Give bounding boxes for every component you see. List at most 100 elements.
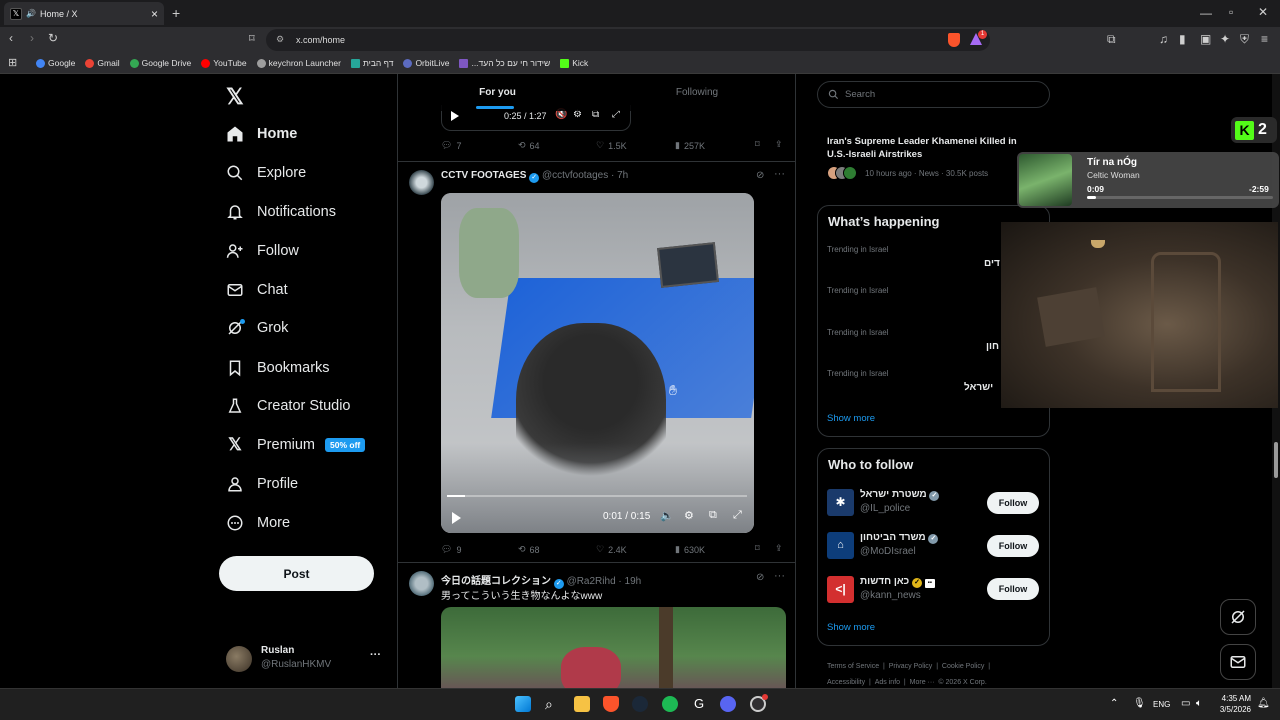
- replies[interactable]: 💬︎ 9: [441, 544, 461, 555]
- vpn-icon[interactable]: ⛨: [1240, 32, 1249, 47]
- trend-name[interactable]: דים: [984, 258, 1000, 269]
- brave-shield-icon[interactable]: [948, 33, 960, 47]
- bookmark-youtube[interactable]: YouTube: [201, 58, 247, 68]
- post-cctv[interactable]: CCTV FOOTAGES ✓ @cctvfootages · 7h ⊘ ···…: [398, 162, 795, 562]
- video-player[interactable]: 0:01 / 0:15 🔈 ⚙ ⧉ ⤢: [441, 193, 754, 533]
- follow-suggestion[interactable]: <| כאן חדשות ✓ ▪▪ @kann_news: [827, 576, 977, 604]
- grok-icon[interactable]: ⊘: [756, 170, 764, 181]
- extensions-icon[interactable]: ⧉: [1107, 32, 1116, 47]
- show-more-trends[interactable]: Show more: [827, 413, 875, 424]
- post-button[interactable]: Post: [219, 556, 374, 591]
- scrollbar-thumb[interactable]: [1274, 442, 1278, 478]
- follow-suggestion[interactable]: ✱ משטרת ישראל ✓ @IL_police: [827, 489, 977, 517]
- follow-button[interactable]: Follow: [987, 535, 1039, 557]
- messages-float-button[interactable]: [1220, 644, 1256, 680]
- nav-follow[interactable]: Follow: [226, 238, 299, 264]
- media-icon[interactable]: ♫: [1159, 32, 1168, 46]
- apps-grid-icon[interactable]: ⊞: [8, 56, 17, 69]
- microphone-icon[interactable]: 🎙︎: [1133, 698, 1146, 709]
- prev-share[interactable]: ⇪: [775, 139, 783, 150]
- song-progress-track[interactable]: [1087, 196, 1273, 199]
- new-tab-button[interactable]: +: [172, 5, 180, 21]
- bookmark-kick[interactable]: Kick: [560, 58, 588, 68]
- steam-icon[interactable]: [632, 696, 648, 712]
- author-handle[interactable]: @cctvfootages: [542, 170, 608, 181]
- footer-ads[interactable]: Ads info: [875, 679, 900, 686]
- sidebar-icon[interactable]: ▮: [1179, 32, 1186, 46]
- account-menu-icon[interactable]: ···: [370, 649, 381, 661]
- url-field[interactable]: ⚙ x.com/home 1: [266, 29, 990, 51]
- fullscreen-icon[interactable]: ⤢: [733, 509, 742, 522]
- footer-accessibility[interactable]: Accessibility: [827, 679, 865, 686]
- ghub-icon[interactable]: G: [691, 696, 707, 712]
- menu-icon[interactable]: ≡: [1261, 32, 1268, 46]
- bookmark-drive[interactable]: Google Drive: [129, 58, 191, 68]
- trend-name[interactable]: חון: [986, 341, 999, 352]
- discord-icon[interactable]: [720, 696, 736, 712]
- nav-creator-studio[interactable]: Creator Studio: [226, 393, 351, 419]
- post-ra2rihd[interactable]: 今日の話題コレクション ✓ @Ra2Rihd · 19h ⊘ ··· 男ってこう…: [398, 563, 795, 688]
- maximize-button[interactable]: ▫: [1229, 5, 1233, 19]
- brave-browser-icon[interactable]: [603, 696, 619, 712]
- avatar[interactable]: [409, 170, 434, 195]
- grok-icon[interactable]: ⊘: [756, 572, 764, 583]
- search-icon[interactable]: ⌕: [545, 696, 561, 712]
- views[interactable]: ▮ 630K: [675, 544, 705, 555]
- nav-profile[interactable]: Profile: [226, 471, 298, 497]
- post-video[interactable]: [441, 607, 786, 688]
- prev-views[interactable]: ▮ 257K: [675, 140, 705, 151]
- account-switcher[interactable]: Ruslan @RuslanHKMV ···: [226, 644, 386, 674]
- browser-tab[interactable]: 𝕏 🔊 Home / X ×: [4, 2, 164, 25]
- reposts[interactable]: ⟲ 68: [518, 544, 540, 555]
- prev-replies[interactable]: 💬︎ 7: [441, 140, 461, 151]
- play-icon[interactable]: [451, 111, 459, 121]
- news-item[interactable]: Iran's Supreme Leader Khamenei Killed in…: [827, 135, 1037, 180]
- play-icon[interactable]: [452, 512, 461, 524]
- volume-icon[interactable]: 🔈︎: [1196, 698, 1202, 709]
- bookmark-action[interactable]: ⌑: [755, 543, 760, 554]
- nav-home[interactable]: Home: [226, 121, 297, 147]
- bookmark-google[interactable]: Google: [36, 58, 75, 68]
- show-more-who[interactable]: Show more: [827, 622, 875, 633]
- more-options-icon[interactable]: ···: [774, 570, 785, 582]
- avatar[interactable]: [409, 571, 434, 596]
- prev-bookmark[interactable]: ⌑: [755, 139, 760, 150]
- window-close-button[interactable]: ✕: [1258, 5, 1268, 19]
- likes[interactable]: ♡ 2.4K: [596, 544, 627, 555]
- author-name[interactable]: 今日の話題コレクション: [441, 576, 551, 587]
- clock-time[interactable]: 4:35 AM: [1219, 694, 1251, 703]
- footer-more[interactable]: More ···: [910, 679, 935, 686]
- tab-close-button[interactable]: ×: [151, 7, 158, 21]
- video-progress-track[interactable]: [447, 495, 747, 497]
- nav-bookmarks[interactable]: Bookmarks: [226, 355, 330, 381]
- wallet-icon[interactable]: ▣: [1200, 32, 1211, 46]
- x-logo-icon[interactable]: 𝕏: [226, 84, 244, 110]
- tab-for-you[interactable]: For you: [398, 74, 597, 111]
- post-age[interactable]: · 19h: [618, 576, 641, 587]
- minimize-button[interactable]: —: [1200, 6, 1212, 20]
- spotify-icon[interactable]: [662, 696, 678, 712]
- settings-icon[interactable]: ⚙: [684, 509, 694, 522]
- clock-date[interactable]: 3/5/2026: [1217, 705, 1251, 714]
- leo-icon[interactable]: ✦: [1220, 32, 1230, 46]
- tray-chevron-icon[interactable]: ⌃: [1110, 698, 1118, 709]
- notification-center-icon[interactable]: 🔔︎: [1257, 698, 1270, 709]
- reload-button[interactable]: ↻: [48, 31, 58, 45]
- forward-button[interactable]: ›: [30, 31, 34, 45]
- bookmark-page-icon[interactable]: ⌑: [249, 32, 255, 45]
- more-options-icon[interactable]: ···: [774, 168, 785, 180]
- volume-icon[interactable]: 🔈: [660, 509, 674, 522]
- audio-icon[interactable]: 🔊: [26, 9, 36, 18]
- language-indicator[interactable]: ENG: [1153, 700, 1170, 709]
- follow-button[interactable]: Follow: [987, 578, 1039, 600]
- footer-privacy[interactable]: Privacy Policy: [889, 663, 933, 670]
- share-action[interactable]: ⇪: [775, 543, 783, 554]
- prev-likes[interactable]: ♡ 1.5K: [596, 140, 627, 151]
- prev-reposts[interactable]: ⟲ 64: [518, 140, 540, 151]
- back-button[interactable]: ‹: [9, 31, 13, 45]
- nav-chat[interactable]: Chat: [226, 277, 288, 303]
- author-handle[interactable]: @Ra2Rihd: [567, 576, 616, 587]
- file-explorer-icon[interactable]: [574, 696, 590, 712]
- nav-more[interactable]: More: [226, 510, 290, 536]
- nav-explore[interactable]: Explore: [226, 160, 306, 186]
